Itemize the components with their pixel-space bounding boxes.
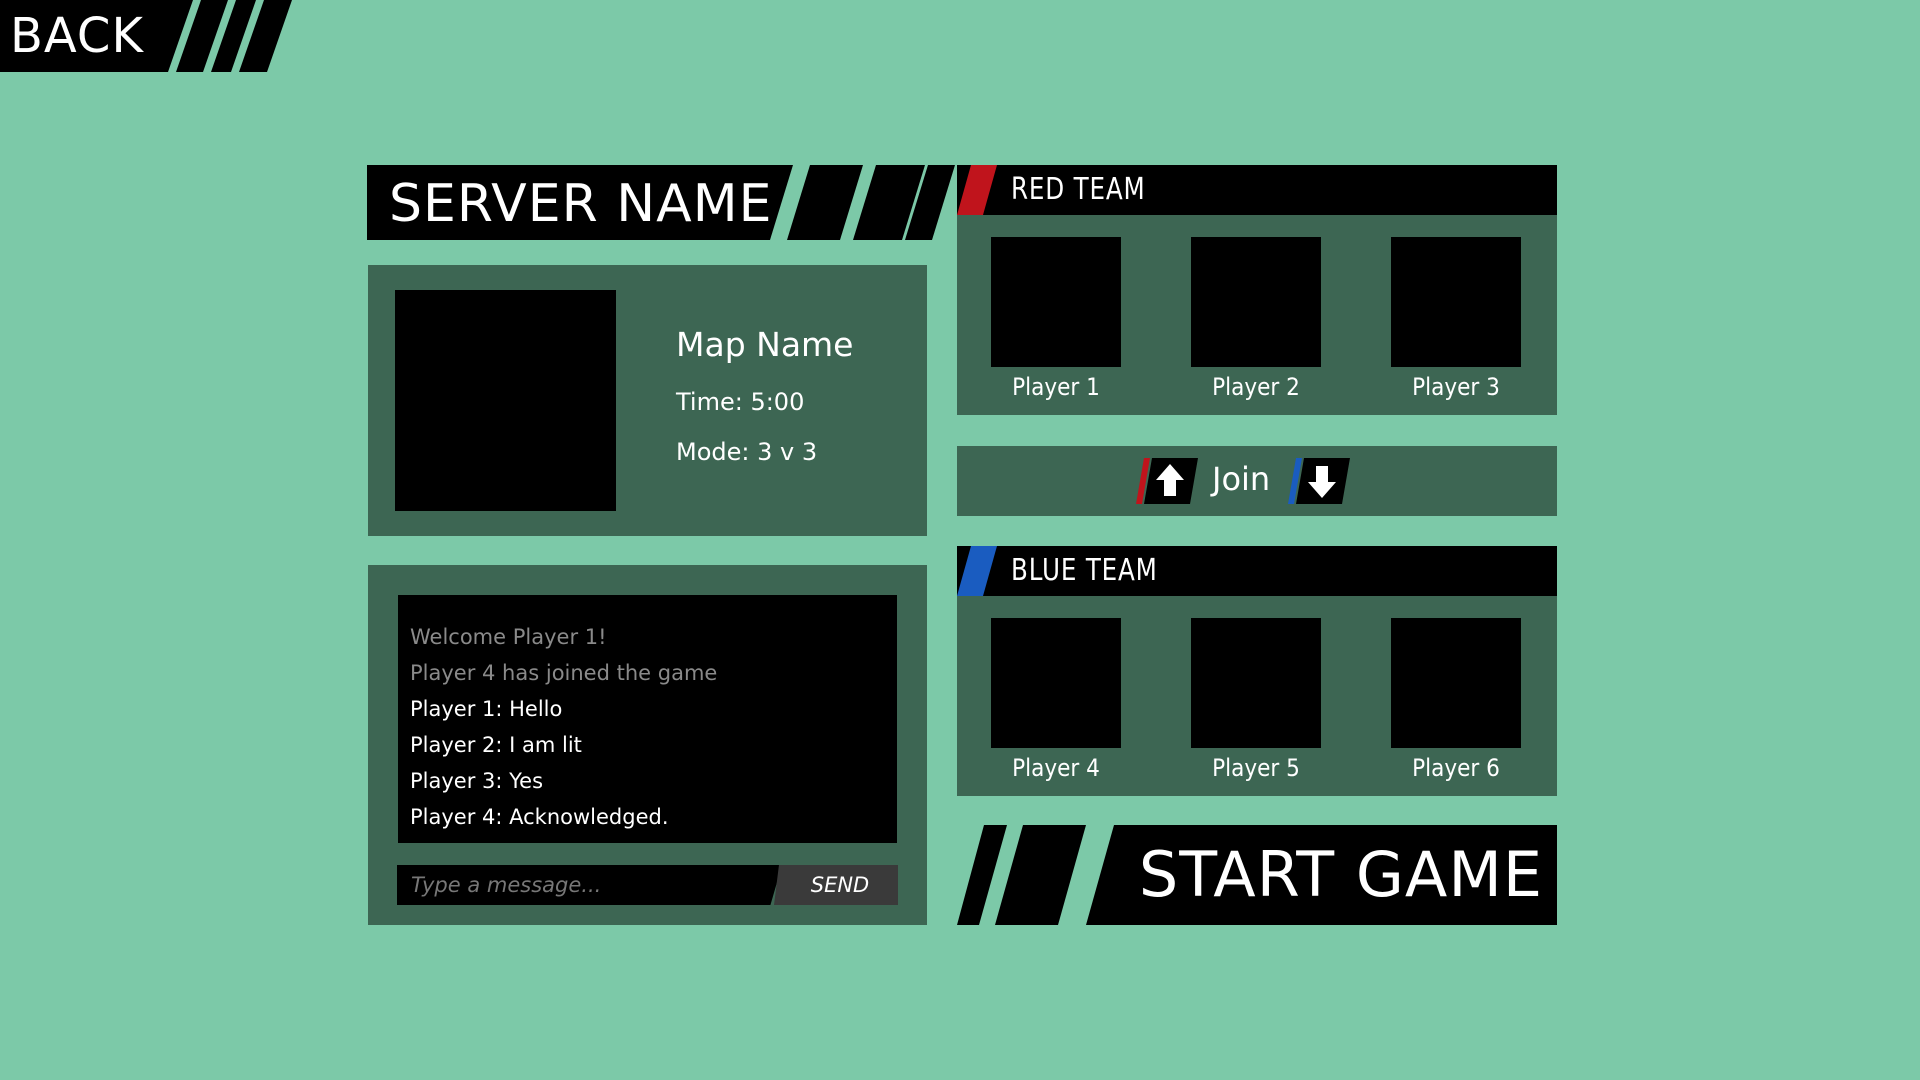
arrow-down-icon[interactable] bbox=[1288, 458, 1350, 504]
avatar bbox=[991, 618, 1121, 748]
blue-team-panel: Player 4 Player 5 Player 6 bbox=[957, 596, 1557, 796]
map-time: Time: 5:00 bbox=[676, 388, 805, 416]
chat-panel: Welcome Player 1! Player 4 has joined th… bbox=[368, 565, 927, 925]
chat-message: Player 4 has joined the game bbox=[410, 661, 718, 685]
server-name-banner: SERVER NAME bbox=[367, 165, 957, 240]
player-name: Player 4 bbox=[1012, 754, 1100, 782]
server-name: SERVER NAME bbox=[389, 174, 773, 234]
avatar bbox=[1191, 237, 1321, 367]
map-name: Map Name bbox=[676, 325, 854, 364]
player-name: Player 5 bbox=[1212, 754, 1300, 782]
blue-team-header: BLUE TEAM bbox=[957, 546, 1557, 596]
chat-message: Welcome Player 1! bbox=[410, 625, 607, 649]
map-mode: Mode: 3 v 3 bbox=[676, 438, 818, 466]
player-name: Player 3 bbox=[1412, 373, 1500, 401]
blue-team-title: BLUE TEAM bbox=[1011, 553, 1158, 588]
red-team-title: RED TEAM bbox=[1011, 172, 1146, 207]
red-team-header: RED TEAM bbox=[957, 165, 1557, 215]
player-name: Player 6 bbox=[1412, 754, 1500, 782]
chat-message: Player 3: Yes bbox=[410, 769, 544, 793]
chat-message: Player 2: I am lit bbox=[410, 733, 582, 757]
blue-team-stripe bbox=[957, 546, 997, 596]
chat-message: Player 4: Acknowledged. bbox=[410, 805, 669, 829]
avatar bbox=[1191, 618, 1321, 748]
player-slot[interactable]: Player 5 bbox=[1191, 618, 1321, 782]
start-game-label: START GAME bbox=[1138, 838, 1543, 911]
chat-message: Player 1: Hello bbox=[410, 697, 563, 721]
chat-log: Welcome Player 1! Player 4 has joined th… bbox=[398, 595, 897, 843]
player-slot[interactable]: Player 2 bbox=[1191, 237, 1321, 401]
player-slot[interactable]: Player 3 bbox=[1391, 237, 1521, 401]
send-button[interactable]: SEND bbox=[774, 865, 898, 905]
back-button[interactable]: BACK bbox=[0, 0, 300, 72]
join-bar: Join bbox=[957, 446, 1557, 516]
avatar bbox=[1391, 237, 1521, 367]
player-slot[interactable]: Player 1 bbox=[991, 237, 1121, 401]
map-thumbnail bbox=[395, 290, 616, 511]
player-name: Player 1 bbox=[1012, 373, 1100, 401]
chat-message-input[interactable] bbox=[397, 865, 782, 905]
start-game-button[interactable]: START GAME bbox=[957, 825, 1557, 925]
red-team-stripe bbox=[957, 165, 997, 215]
red-team-panel: Player 1 Player 2 Player 3 bbox=[957, 215, 1557, 415]
join-button[interactable]: Join bbox=[1212, 460, 1270, 498]
back-label: BACK bbox=[10, 8, 144, 64]
avatar bbox=[1391, 618, 1521, 748]
arrow-up-icon[interactable] bbox=[1136, 458, 1198, 504]
map-info-panel: Map Name Time: 5:00 Mode: 3 v 3 bbox=[368, 265, 927, 536]
avatar bbox=[991, 237, 1121, 367]
player-name: Player 2 bbox=[1212, 373, 1300, 401]
player-slot[interactable]: Player 4 bbox=[991, 618, 1121, 782]
player-slot[interactable]: Player 6 bbox=[1391, 618, 1521, 782]
